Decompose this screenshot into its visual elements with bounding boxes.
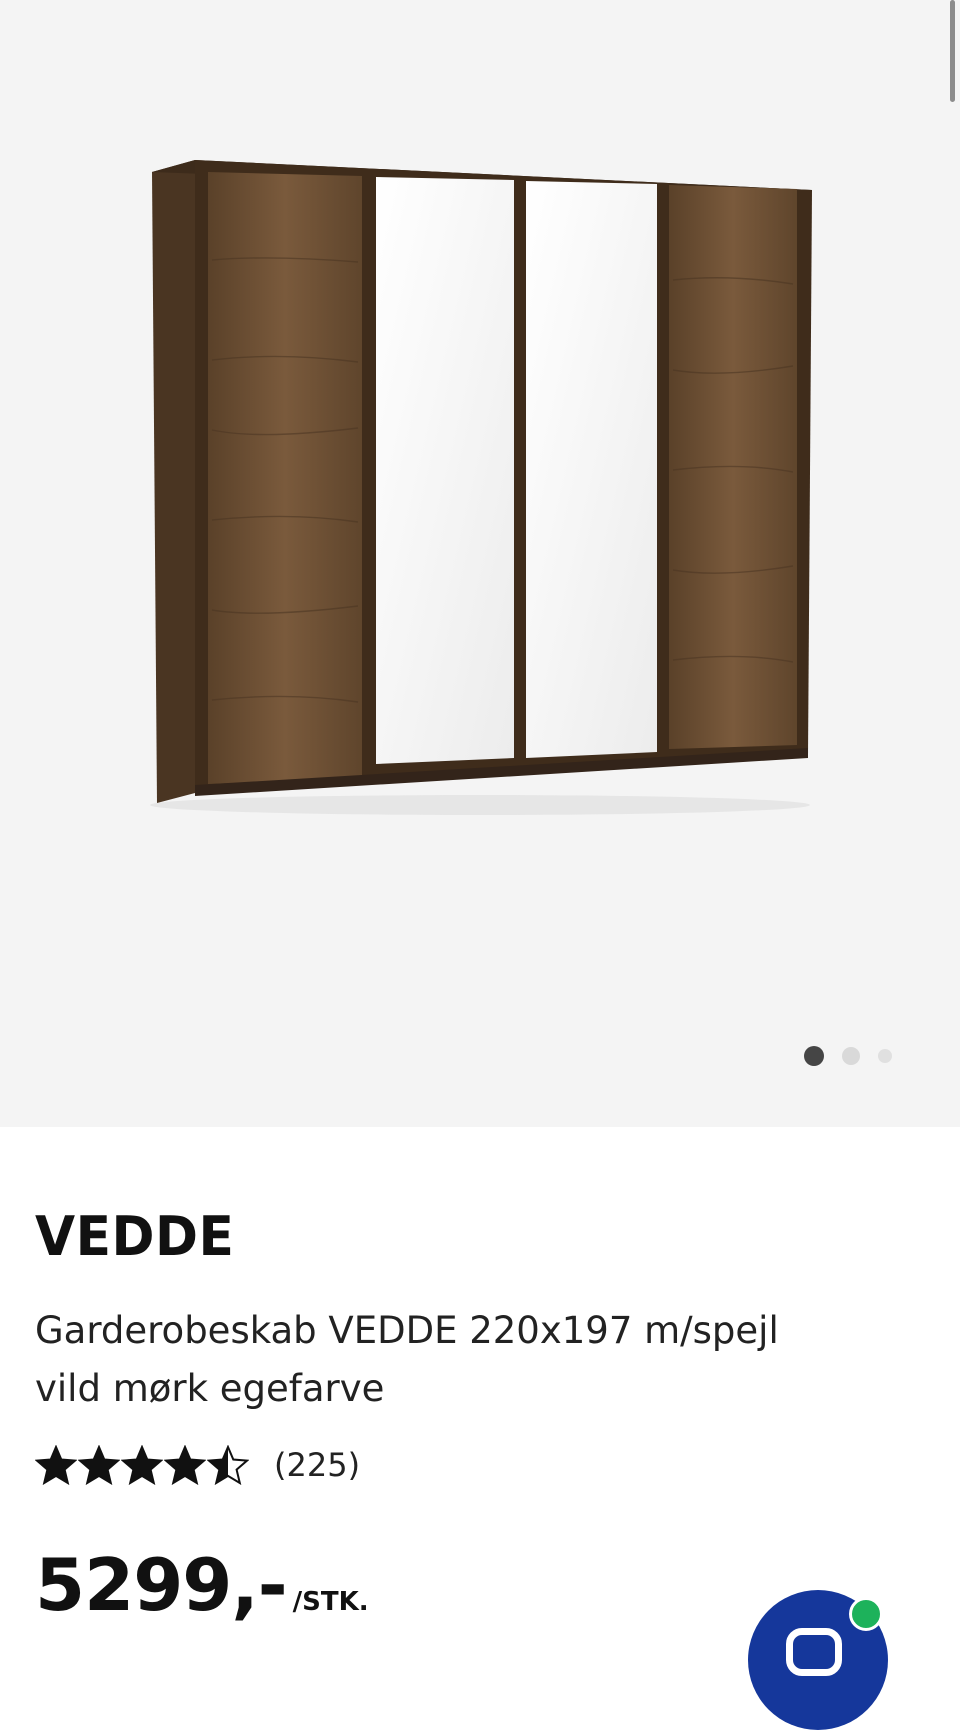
star-full-icon [78,1445,120,1485]
gallery-dot-1[interactable] [804,1046,824,1066]
star-full-icon [35,1445,77,1485]
review-count[interactable]: (225) [274,1446,360,1484]
page-scrollbar[interactable] [950,0,955,102]
online-status-icon [849,1597,883,1631]
product-price: 5299,- [35,1543,288,1627]
product-brand: VEDDE [35,1205,235,1268]
star-half-icon [207,1445,249,1485]
star-full-icon [164,1445,206,1485]
chat-bubble-icon [786,1628,842,1676]
product-rating[interactable]: (225) [35,1445,360,1485]
wardrobe-product-image [150,160,812,815]
price-unit: /STK. [292,1587,369,1617]
gallery-dot-2[interactable] [842,1047,860,1065]
product-image-gallery[interactable] [0,0,960,1127]
gallery-dot-3[interactable] [878,1049,892,1063]
star-full-icon [121,1445,163,1485]
gallery-pagination [804,1046,910,1066]
product-description: Garderobeskab VEDDE 220x197 m/spejl vild… [35,1309,779,1410]
rating-stars [35,1445,250,1485]
price-row: 5299,- /STK. [35,1543,369,1627]
